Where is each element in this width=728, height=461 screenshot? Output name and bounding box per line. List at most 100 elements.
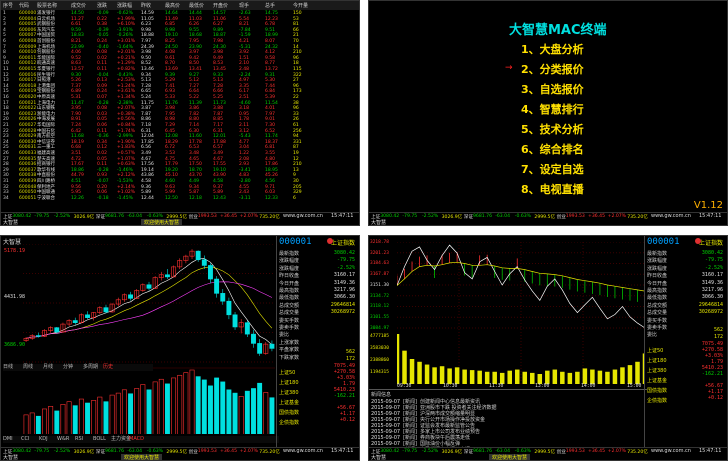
sub-index-name[interactable]: 上证基金 — [647, 377, 667, 384]
tab-item[interactable]: W&R — [57, 436, 69, 443]
column-header[interactable]: 序号 — [3, 2, 13, 9]
info-value: 3217.96 — [333, 287, 355, 293]
y-axis-label: 3167.87 — [370, 272, 389, 278]
version-label: V1.12 — [693, 200, 723, 211]
info-value: -2.52% — [704, 264, 723, 271]
menu-item[interactable]: 7、设定自选 — [521, 161, 584, 177]
kline-window: 大智慧 5178.19 4431.98 3686.90 日线 周线 月线 分钟 多周期历… — [0, 235, 360, 461]
tab-item[interactable]: 多周期 — [83, 364, 98, 371]
menu-item[interactable]: 3、自选报价 — [521, 81, 584, 97]
sub-index-name[interactable]: 上证50 — [279, 369, 295, 376]
menu-item[interactable]: 2、分类报价 — [521, 61, 584, 77]
info-label: 昨日收盘 — [279, 273, 300, 280]
kline-window-title: 大智慧 — [3, 239, 22, 246]
volume-bar — [195, 376, 201, 434]
table-cell: 12.26 — [71, 195, 84, 201]
column-header[interactable]: 昨收 — [141, 2, 151, 9]
sub-index-name[interactable]: 上证基金 — [279, 399, 299, 406]
status-bottom-label: 大智慧 — [3, 220, 19, 226]
status-time: 15:47:11 — [699, 213, 722, 219]
column-header[interactable]: 开盘价 — [213, 2, 228, 9]
status-bar: 上证 3080.42 -79.75 -2.52% 3026.9亿 深证 9681.76 -63… — [369, 447, 727, 460]
status-time: 15:47:11 — [699, 448, 722, 454]
sub-index-name[interactable]: 国债指数 — [279, 409, 299, 416]
status-website[interactable]: www.gw.com.cn — [651, 213, 691, 219]
info-label: 昨日收盘 — [647, 273, 668, 280]
volume-bar — [66, 401, 72, 434]
column-header[interactable]: 现手 — [239, 2, 249, 9]
tab-item[interactable]: 周线 — [23, 364, 33, 371]
index-name: 上证指数 — [330, 240, 355, 247]
candle-body — [244, 322, 250, 335]
sub-index-value: -162.21 — [701, 370, 723, 377]
volume-bar — [257, 382, 263, 434]
table-cell: 12.33 — [265, 195, 278, 201]
volume-bar — [251, 388, 256, 434]
volume-bar — [560, 371, 565, 384]
intraday-chart[interactable] — [397, 242, 645, 388]
info-label: 最低指数 — [647, 295, 668, 302]
tab-item[interactable]: CCI — [21, 436, 29, 443]
sub-index-name[interactable]: 上证50 — [647, 347, 663, 354]
tab-item[interactable]: DMI — [3, 436, 13, 443]
tab-item[interactable]: 历史 — [103, 364, 113, 371]
alert-icon[interactable] — [327, 238, 333, 244]
menu-item[interactable]: 4、智慧排行 — [521, 101, 584, 117]
candle-body — [195, 250, 201, 261]
column-header[interactable]: 代码 — [19, 2, 29, 9]
status-website[interactable]: www.gw.com.cn — [651, 448, 691, 454]
volume-bar — [85, 402, 90, 434]
volume-bar — [72, 405, 78, 434]
status-website[interactable]: www.gw.com.cn — [283, 213, 323, 219]
tab-item[interactable]: BOLL — [93, 436, 106, 443]
column-header[interactable]: 涨跌 — [97, 2, 107, 9]
status-website[interactable]: www.gw.com.cn — [283, 448, 323, 454]
column-header[interactable]: 成交价 — [71, 2, 86, 9]
candle-body — [220, 293, 226, 302]
menu-item[interactable]: 8、电视直播 — [521, 181, 584, 197]
sub-index-name[interactable]: 上证180 — [279, 379, 299, 386]
table-row[interactable]: 34 600051 宁波联合 12.26 -0.18 -1.45% 12.44 12.50 12… — [1, 195, 359, 203]
column-header[interactable]: 股票名称 — [37, 2, 57, 9]
alert-icon[interactable] — [695, 238, 701, 244]
sub-index-name[interactable]: 企债指数 — [279, 419, 299, 426]
column-header[interactable]: 最低价 — [189, 2, 204, 9]
tab-item[interactable]: KDJ — [39, 436, 48, 443]
volume-bar — [42, 408, 47, 434]
table-cell: -3.11 — [239, 195, 251, 201]
candle-body — [72, 320, 78, 323]
kline-chart[interactable] — [23, 244, 275, 434]
tab-item[interactable]: 日线 — [3, 364, 13, 371]
column-header[interactable]: 今开量 — [293, 2, 308, 9]
volume-bar — [158, 378, 164, 434]
sub-index-name[interactable]: 上证180 — [647, 357, 667, 364]
sub-index-name[interactable]: 上证380 — [279, 389, 299, 396]
info-label: 最高指数 — [279, 288, 300, 294]
tab-item[interactable]: 分钟 — [63, 364, 73, 371]
volume-bar — [582, 368, 588, 384]
column-header[interactable]: 总手 — [265, 2, 275, 9]
info-mid-number: 172 — [713, 333, 723, 340]
menu-item[interactable]: 6、综合排名 — [521, 141, 584, 157]
volume-bar — [78, 398, 84, 434]
tab-item[interactable]: 主力资金 — [111, 436, 131, 443]
info-label: 今日开盘 — [647, 280, 668, 287]
column-header[interactable]: 涨跌幅 — [117, 2, 132, 9]
tab-item[interactable]: MACD — [129, 436, 144, 443]
status-bottom-label: 大智慧 — [3, 455, 19, 461]
menu-item[interactable]: 1、大盘分析 — [521, 41, 584, 57]
column-header[interactable]: 最高价 — [165, 2, 180, 9]
tab-item[interactable]: 月线 — [43, 364, 53, 371]
menu-item[interactable]: 5、技术分析 — [521, 121, 584, 137]
volume-bar — [121, 389, 127, 434]
sub-index-name[interactable]: 企债指数 — [647, 397, 667, 404]
tab-item[interactable]: RSI — [75, 436, 83, 443]
volume-bar — [189, 369, 195, 434]
info-value: 3149.36 — [333, 279, 355, 286]
volume-bar — [635, 361, 640, 384]
sub-index-name[interactable]: 国债指数 — [647, 387, 667, 394]
volume-bar — [484, 371, 490, 384]
candle-body — [85, 314, 90, 318]
volume-bar — [605, 371, 610, 384]
sub-index-name[interactable]: 上证380 — [647, 367, 667, 374]
